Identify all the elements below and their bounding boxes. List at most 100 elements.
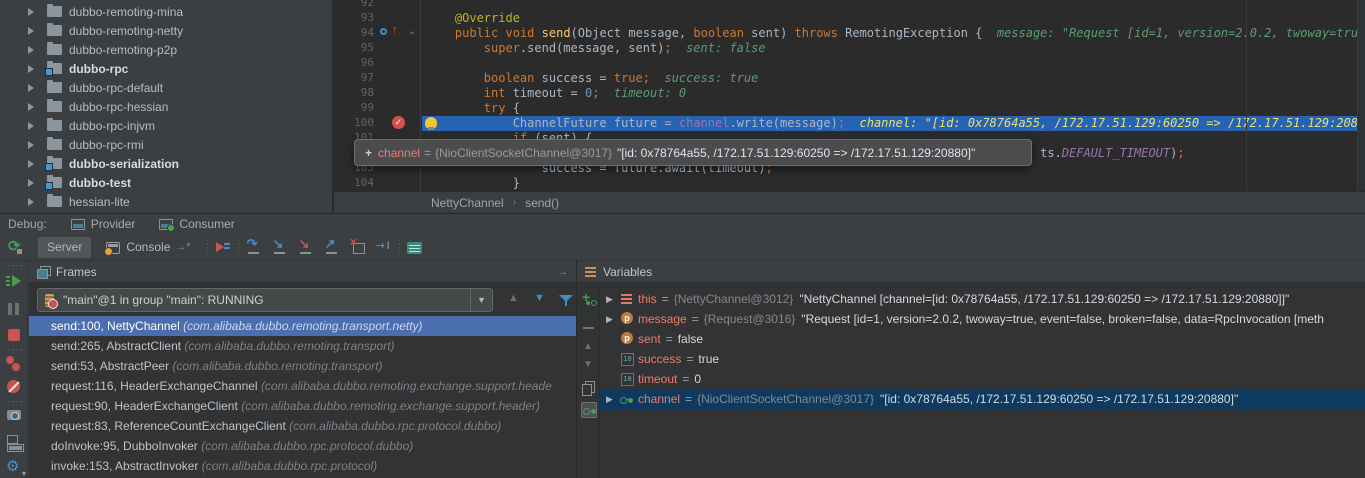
- next-frame-icon[interactable]: [533, 292, 549, 308]
- folder-icon: [47, 6, 62, 17]
- sidebar-item-hessian-lite[interactable]: hessian-lite: [0, 192, 332, 211]
- step-out-icon[interactable]: ↗: [324, 239, 340, 255]
- expand-arrow-icon[interactable]: [28, 122, 38, 130]
- frame-row[interactable]: request:83, ReferenceCountExchangeClient…: [29, 416, 576, 436]
- code-line[interactable]: int timeout = 0; timeout: 0: [422, 86, 1357, 101]
- evaluate-expression-icon[interactable]: [407, 242, 422, 254]
- session-tab-consumer[interactable]: Consumer: [159, 217, 234, 231]
- expand-arrow-icon[interactable]: [28, 103, 38, 111]
- expand-arrow-icon[interactable]: ▶: [606, 294, 620, 305]
- show-watches-icon[interactable]: [581, 402, 597, 418]
- rerun-icon[interactable]: [8, 239, 24, 255]
- code-line[interactable]: }: [422, 176, 1357, 191]
- expand-arrow-icon[interactable]: [28, 65, 38, 73]
- module-folder-icon: [47, 158, 62, 169]
- expand-arrow-icon[interactable]: ▶: [606, 314, 620, 325]
- expand-arrow-icon[interactable]: [28, 84, 38, 92]
- sidebar-item-dubbo-remoting-mina[interactable]: dubbo-remoting-mina: [0, 2, 332, 21]
- sidebar-item-dubbo-rpc-injvm[interactable]: dubbo-rpc-injvm: [0, 116, 332, 135]
- hide-frames-icon[interactable]: →: [557, 266, 568, 278]
- parameter-icon: [620, 312, 634, 326]
- navigate-up-icon[interactable]: ↑: [392, 24, 398, 36]
- intention-bulb-icon[interactable]: [425, 117, 437, 129]
- session-tab-provider[interactable]: Provider: [71, 217, 136, 231]
- tree-item-label: dubbo-test: [69, 176, 131, 190]
- frame-row[interactable]: request:90, HeaderExchangeClient (com.al…: [29, 396, 576, 416]
- mute-breakpoints-icon[interactable]: [6, 379, 22, 395]
- remove-watch-icon[interactable]: [581, 320, 597, 336]
- error-stripe[interactable]: [1357, 0, 1365, 191]
- scroll-to-end-icon[interactable]: →*: [175, 241, 190, 253]
- frame-row[interactable]: send:100, NettyChannel (com.alibaba.dubb…: [29, 316, 576, 336]
- code-line[interactable]: [422, 0, 1357, 11]
- chevron-down-icon[interactable]: ▼: [470, 289, 492, 311]
- expand-arrow-icon[interactable]: [28, 141, 38, 149]
- show-execution-point-icon[interactable]: [215, 239, 231, 255]
- code-line[interactable]: public void send(Object message, boolean…: [422, 26, 1357, 41]
- breakpoint-icon[interactable]: ✓: [392, 116, 405, 129]
- expand-arrow-icon[interactable]: [28, 8, 38, 16]
- code-line[interactable]: super.send(message, sent); sent: false: [422, 41, 1357, 56]
- line-number: 98: [340, 86, 374, 99]
- expand-arrow-icon[interactable]: [28, 46, 38, 54]
- duplicate-icon[interactable]: [581, 380, 597, 396]
- variable-row-success[interactable]: success=true: [600, 349, 1365, 369]
- variable-row-this[interactable]: ▶this={NettyChannel@3012}"NettyChannel […: [600, 289, 1365, 309]
- code-line[interactable]: boolean success = true; success: true: [422, 71, 1357, 86]
- variable-row-sent[interactable]: sent=false: [600, 329, 1365, 349]
- add-watch-icon[interactable]: [581, 292, 597, 308]
- view-breakpoints-icon[interactable]: [6, 355, 22, 371]
- filter-frames-icon[interactable]: [558, 292, 574, 308]
- drop-frame-icon[interactable]: [350, 239, 366, 255]
- tab-server[interactable]: Server: [38, 237, 91, 258]
- thread-selector[interactable]: "main"@1 in group "main": RUNNING ▼: [37, 288, 493, 312]
- frame-row[interactable]: send:265, AbstractClient (com.alibaba.du…: [29, 336, 576, 356]
- code-editor[interactable]: 929394↑⌄9596979899100✓101102103104 @Over…: [334, 0, 1365, 213]
- expand-arrow-icon[interactable]: [28, 179, 38, 187]
- code-line[interactable]: ChannelFuture future = channel.write(mes…: [422, 116, 1357, 131]
- sidebar-item-dubbo-remoting-p2p[interactable]: dubbo-remoting-p2p: [0, 40, 332, 59]
- inline-debug-hint: channel: "[id: 0x78764a55, /172.17.51.12…: [845, 116, 1357, 130]
- variable-row-timeout[interactable]: timeout=0: [600, 369, 1365, 389]
- frame-row[interactable]: send:53, AbstractPeer (com.alibaba.dubbo…: [29, 356, 576, 376]
- tab-console[interactable]: Console →*: [97, 237, 199, 258]
- previous-frame-icon[interactable]: [507, 292, 523, 308]
- force-step-into-icon[interactable]: ↘: [298, 239, 314, 255]
- sidebar-item-dubbo-remoting-netty[interactable]: dubbo-remoting-netty: [0, 21, 332, 40]
- sidebar-item-dubbo-rpc-hessian[interactable]: dubbo-rpc-hessian: [0, 97, 332, 116]
- variable-row-channel[interactable]: ▶channel={NioClientSocketChannel@3017}"[…: [600, 389, 1365, 409]
- code-line[interactable]: try {: [422, 101, 1357, 116]
- expand-arrow-icon[interactable]: ▶: [606, 394, 620, 405]
- frame-row[interactable]: request:116, HeaderExchangeChannel (com.…: [29, 376, 576, 396]
- move-down-icon[interactable]: [581, 358, 597, 374]
- pause-icon[interactable]: [6, 301, 22, 317]
- thread-dump-icon[interactable]: [6, 406, 22, 422]
- sidebar-item-dubbo-test[interactable]: dubbo-test: [0, 173, 332, 192]
- sidebar-item-dubbo-serialization[interactable]: dubbo-serialization: [0, 154, 332, 173]
- fold-marker-icon[interactable]: ⌄: [408, 26, 416, 37]
- run-to-cursor-icon[interactable]: [376, 239, 392, 255]
- breadcrumb-class[interactable]: NettyChannel: [431, 196, 504, 210]
- step-over-icon[interactable]: ↷: [246, 239, 262, 255]
- frame-row[interactable]: doInvoke:95, DubboInvoker (com.alibaba.d…: [29, 436, 576, 456]
- expand-value-icon[interactable]: +: [365, 146, 372, 160]
- restore-layout-icon[interactable]: [6, 433, 22, 449]
- settings-icon[interactable]: [6, 459, 22, 475]
- stop-icon[interactable]: [6, 327, 22, 343]
- variable-value: "[id: 0x78764a55, /172.17.51.129:60250 =…: [880, 392, 1238, 406]
- move-up-icon[interactable]: [581, 340, 597, 356]
- variable-row-message[interactable]: ▶message={Request@3016}"Request [id=1, v…: [600, 309, 1365, 329]
- breadcrumb-method[interactable]: send(): [525, 196, 559, 210]
- sidebar-item-dubbo-rpc-rmi[interactable]: dubbo-rpc-rmi: [0, 135, 332, 154]
- step-into-icon[interactable]: ↘: [272, 239, 288, 255]
- expand-arrow-icon[interactable]: [28, 198, 38, 206]
- sidebar-item-dubbo-rpc[interactable]: dubbo-rpc: [0, 59, 332, 78]
- expand-arrow-icon[interactable]: [28, 160, 38, 168]
- expand-arrow-icon[interactable]: [28, 27, 38, 35]
- code-line[interactable]: @Override: [422, 11, 1357, 26]
- resume-icon[interactable]: [6, 273, 22, 289]
- inline-debug-hint: sent: false: [672, 41, 766, 55]
- code-line[interactable]: [422, 56, 1357, 71]
- frame-row[interactable]: invoke:153, AbstractInvoker (com.alibaba…: [29, 456, 576, 476]
- sidebar-item-dubbo-rpc-default[interactable]: dubbo-rpc-default: [0, 78, 332, 97]
